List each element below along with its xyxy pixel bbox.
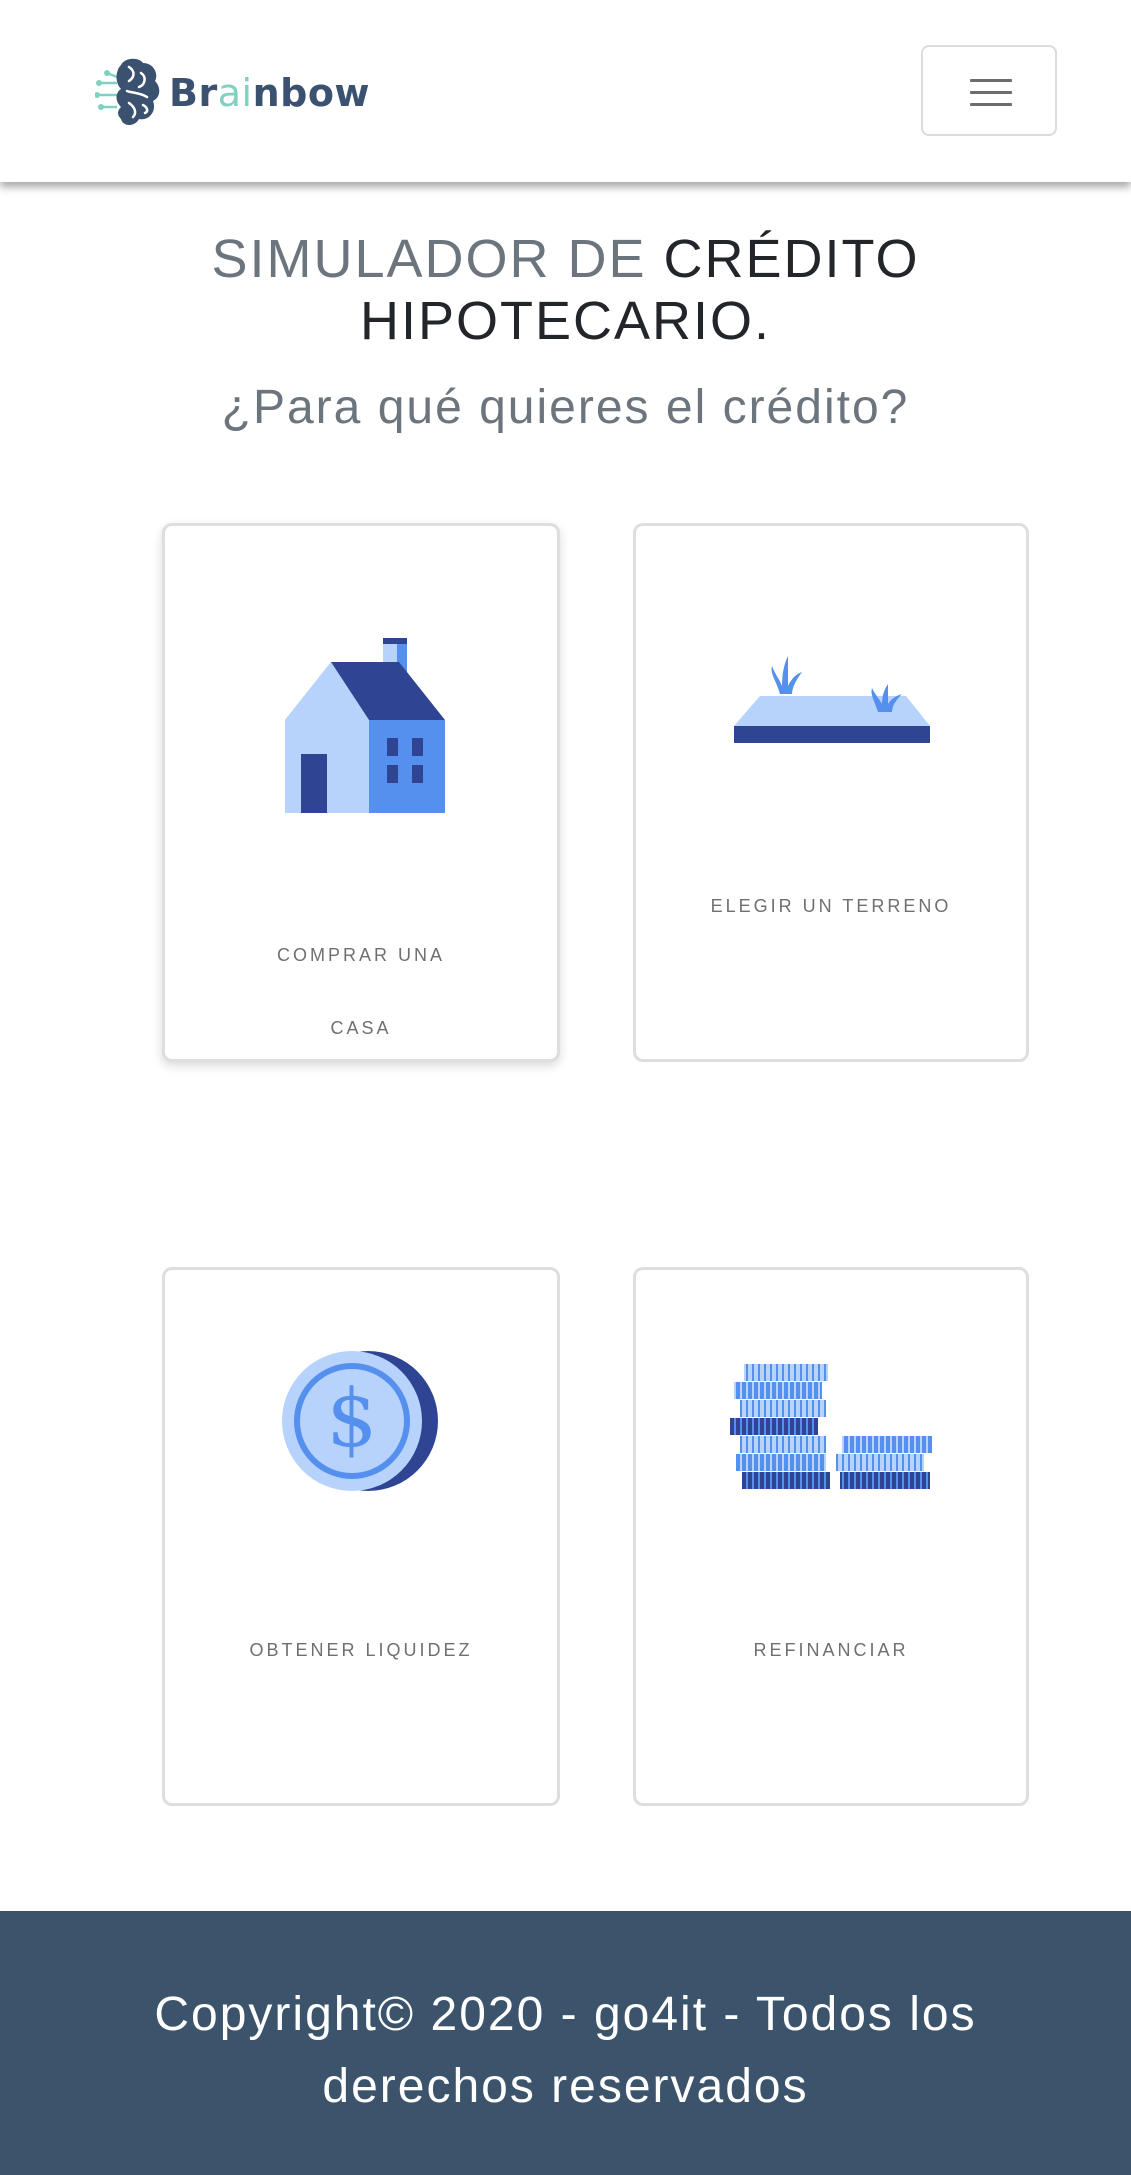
- brand-logo-link[interactable]: Brainbow: [95, 54, 375, 132]
- option-card-buy-house[interactable]: COMPRAR UNA CASA: [162, 523, 560, 1062]
- hamburger-icon: [970, 91, 1012, 94]
- svg-text:$: $: [327, 1372, 378, 1465]
- option-label-line-1: COMPRAR UNA: [276, 945, 445, 965]
- option-label: REFINANCIAR: [753, 1640, 909, 1660]
- footer: Copyright© 2020 - go4it - Todos los dere…: [0, 1911, 1131, 2175]
- page-subtitle: ¿Para qué quieres el crédito?: [221, 381, 910, 434]
- coin-stacks-icon: [730, 1364, 932, 1489]
- option-label: ELEGIR UN TERRENO: [710, 896, 952, 916]
- page-title-muted: SIMULADOR DE: [211, 229, 647, 289]
- footer-copyright: Copyright© 2020 - go4it - Todos los dere…: [154, 1988, 977, 2113]
- option-card-get-liquidity[interactable]: $ OBTENER LIQUIDEZ: [162, 1267, 560, 1806]
- coin-icon: $: [282, 1351, 438, 1491]
- menu-toggle-button[interactable]: [921, 45, 1057, 136]
- house-icon: [285, 638, 445, 813]
- land-plot-icon: [734, 656, 930, 743]
- brand-name: Brainbow: [169, 71, 371, 115]
- hamburger-icon: [970, 79, 1012, 82]
- page-title: SIMULADOR DE CRÉDITO HIPOTECARIO.: [0, 228, 1131, 352]
- hamburger-icon: [970, 103, 1012, 106]
- option-label: OBTENER LIQUIDEZ: [249, 1640, 473, 1660]
- brain-logo-icon: [95, 58, 160, 125]
- option-card-refinance[interactable]: REFINANCIAR: [633, 1267, 1029, 1806]
- option-label-line-2: CASA: [330, 1018, 392, 1038]
- option-card-choose-land[interactable]: ELEGIR UN TERRENO: [633, 523, 1029, 1062]
- navbar: Brainbow: [0, 0, 1131, 182]
